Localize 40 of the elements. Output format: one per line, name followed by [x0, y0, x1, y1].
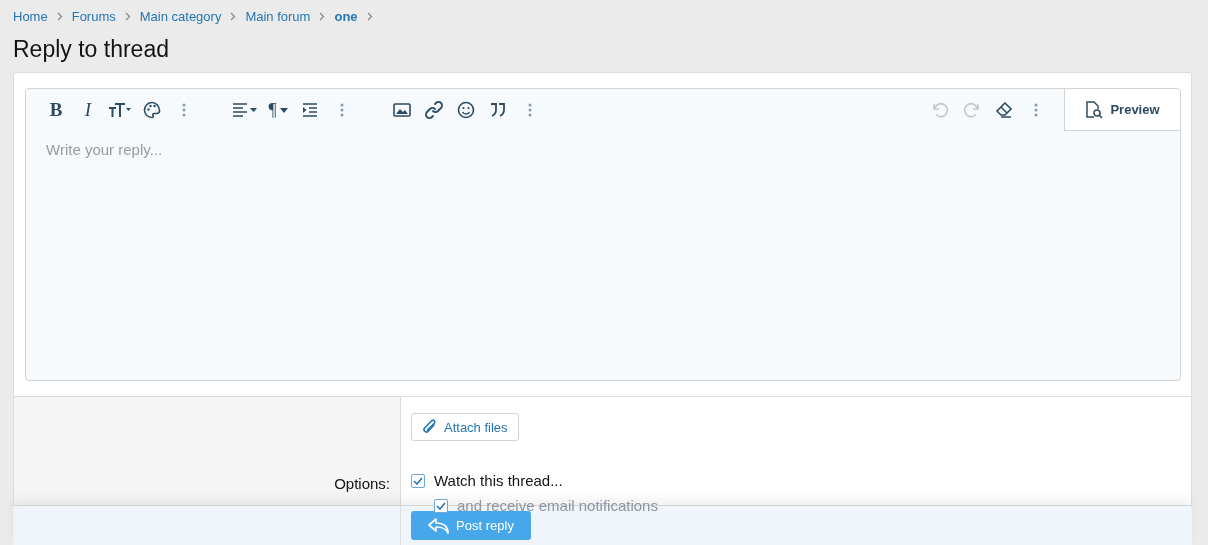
quote-icon[interactable] [489, 102, 507, 118]
chevron-icon [319, 12, 326, 21]
chevron-icon [124, 12, 131, 21]
reply-arrow-icon[interactable] [428, 517, 451, 534]
checkbox[interactable] [434, 498, 448, 513]
page-title: Reply to thread [13, 35, 170, 63]
italic-button[interactable]: I [72, 94, 104, 126]
bold-button[interactable]: B [40, 94, 72, 126]
options-label: Options: [334, 475, 390, 492]
link-icon[interactable] [425, 101, 443, 119]
preview-tab[interactable]: Preview [1064, 89, 1180, 131]
palette-icon[interactable] [143, 101, 161, 119]
align-left-icon[interactable] [232, 103, 258, 117]
paragraph-button[interactable]: ¶ [262, 94, 294, 126]
attach-files-button[interactable]: Attach files [411, 413, 519, 441]
preview-icon[interactable] [1085, 100, 1104, 119]
caret-icon[interactable] [279, 107, 288, 113]
breadcrumb-link[interactable]: Home [13, 9, 48, 24]
eraser-icon[interactable] [995, 102, 1013, 118]
more-icon[interactable] [528, 103, 532, 117]
checkbox[interactable] [411, 473, 425, 488]
chevron-icon [56, 12, 63, 21]
breadcrumb-link[interactable]: Main category [139, 9, 222, 24]
smiley-icon[interactable] [457, 101, 475, 119]
more-icon[interactable] [182, 103, 186, 117]
breadcrumb-link[interactable]: Main forum [245, 9, 311, 24]
image-icon[interactable] [393, 103, 411, 117]
chevron-icon [366, 12, 373, 21]
checkbox-label: Watch this thread... [434, 472, 563, 489]
checkbox-label: and receive email notifications [457, 497, 658, 514]
chevron-icon [230, 12, 237, 21]
post-reply-button[interactable]: Post reply [411, 511, 531, 540]
more-icon[interactable] [340, 103, 344, 117]
text-size-icon[interactable] [108, 102, 132, 118]
paperclip-icon[interactable] [422, 418, 438, 436]
reply-editor[interactable]: B I ¶ Preview Write your reply... [25, 88, 1181, 381]
indent-icon[interactable] [302, 103, 318, 117]
breadcrumb-link[interactable]: one [334, 9, 358, 24]
more-icon[interactable] [1034, 103, 1038, 117]
breadcrumb-link[interactable]: Forums [71, 9, 116, 24]
